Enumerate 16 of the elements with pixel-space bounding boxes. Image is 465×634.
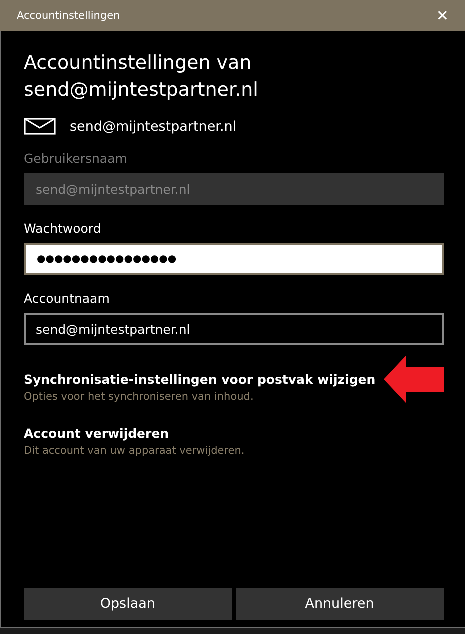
dialog-heading: Accountinstellingen van send@mijntestpartner.nl	[24, 51, 260, 103]
window-title: Accountinstellingen	[17, 10, 120, 22]
mail-icon	[24, 118, 56, 135]
link-description: Dit account van uw apparaat verwijderen.	[24, 445, 246, 457]
close-button[interactable]: ✕	[432, 6, 453, 24]
account-email: send@mijntestpartner.nl	[70, 118, 237, 134]
dialog-button[interactable]: Annuleren	[236, 588, 444, 620]
input-field[interactable]: ●●●●●●●●●●●●●●●●	[24, 243, 444, 275]
link-description: Opties voor het synchroniseren van inhoud.	[24, 391, 255, 403]
input-field[interactable]: send@mijntestpartner.nl	[24, 313, 444, 345]
settings-link[interactable]: Synchronisatie-instellingen voor postvak wijzigen	[24, 372, 376, 386]
settings-link[interactable]: Account verwijderen	[24, 426, 170, 440]
field-label: Accountnaam	[24, 291, 111, 306]
field-label: Wachtwoord	[24, 221, 102, 236]
dialog-button[interactable]: Opslaan	[24, 588, 232, 620]
field-label: Gebruikersnaam	[24, 151, 128, 166]
